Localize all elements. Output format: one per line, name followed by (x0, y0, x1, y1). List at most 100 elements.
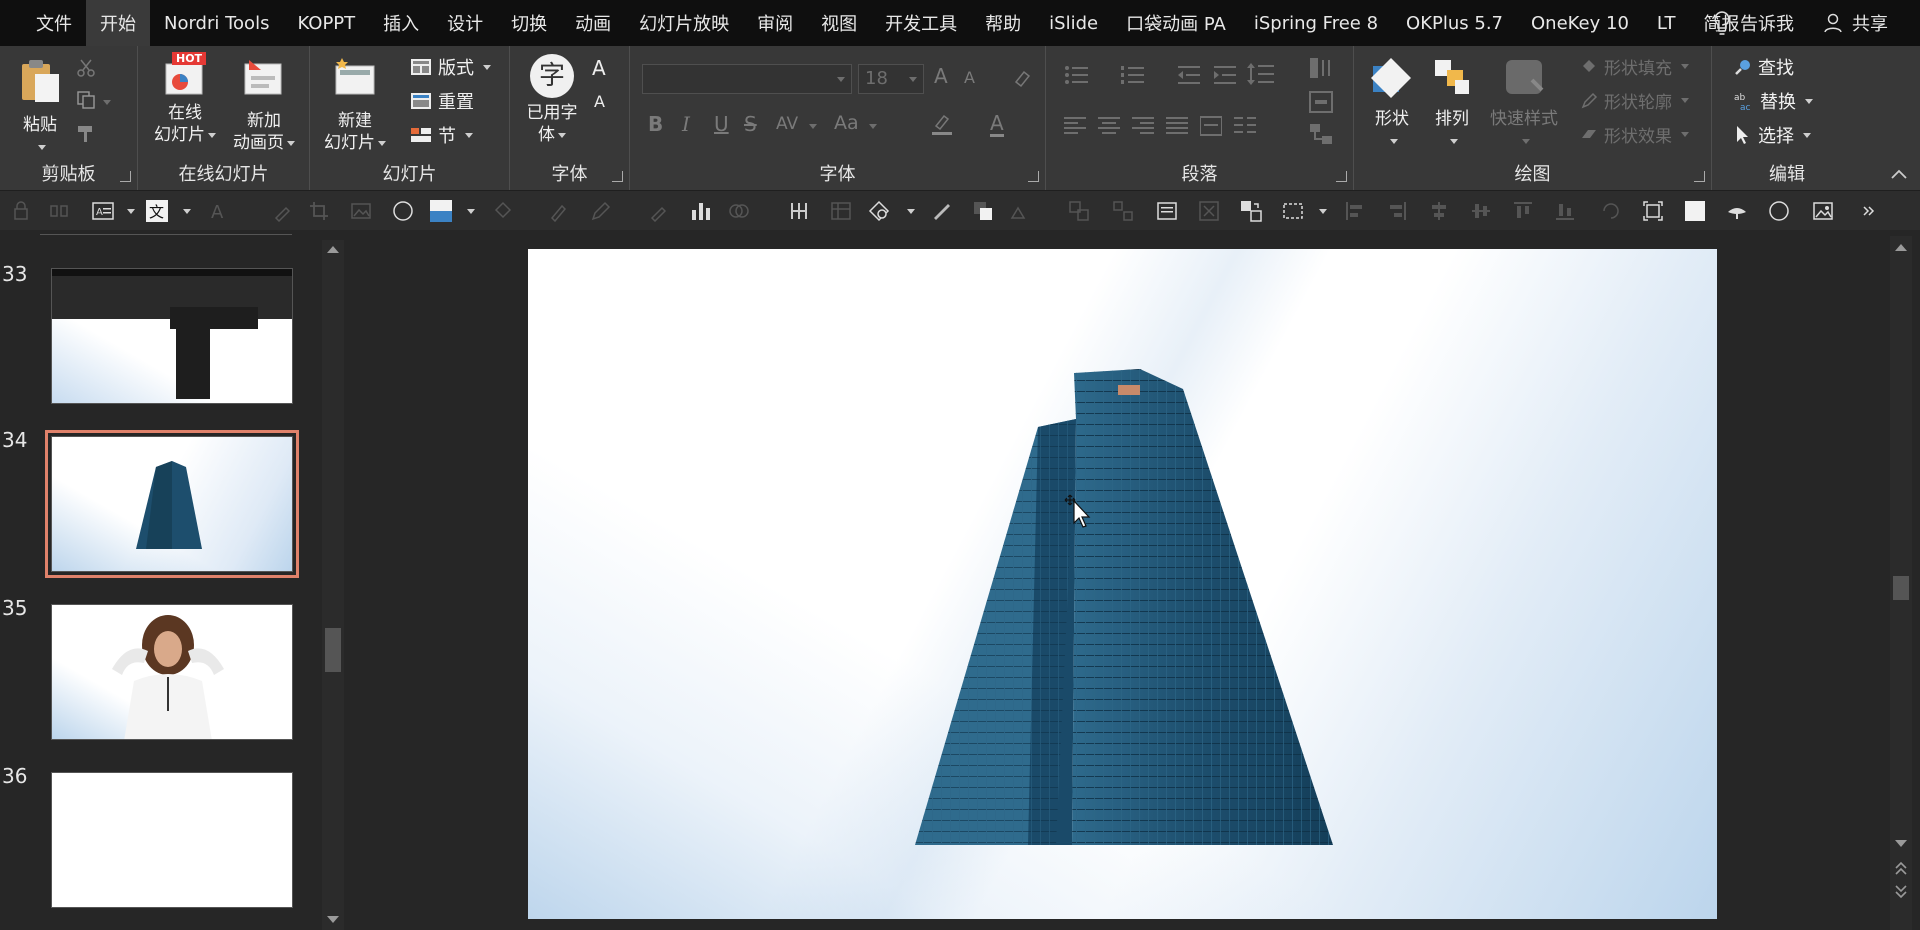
paste-button[interactable]: 粘贴 (14, 58, 66, 158)
shape-effects-button[interactable]: 形状效果 (1580, 122, 1689, 147)
line-color-icon[interactable] (548, 200, 570, 222)
slide-scroll-up-icon[interactable] (1895, 244, 1907, 251)
tab-help[interactable]: 帮助 (971, 0, 1035, 46)
rotate-icon[interactable] (1600, 200, 1622, 222)
align-bottom-toolbar-icon[interactable] (1554, 200, 1576, 222)
text-glyph-icon[interactable]: 文 (146, 200, 168, 222)
font-size-dropdown-icon[interactable] (909, 77, 917, 82)
collapse-ribbon-icon[interactable] (1890, 168, 1908, 180)
distributed-icon[interactable] (1200, 116, 1222, 136)
bar-chart-icon[interactable] (690, 200, 712, 222)
tab-lt[interactable]: LT (1643, 0, 1690, 46)
copy-icon[interactable] (76, 90, 96, 110)
align-center-icon[interactable] (1098, 116, 1120, 136)
shape-fill-button[interactable]: 形状填充 (1580, 54, 1689, 79)
new-animation-page-button[interactable]: 新加 动画页 (226, 54, 302, 154)
numbering-icon[interactable] (1120, 64, 1146, 86)
white-rect-icon[interactable] (1684, 200, 1706, 222)
align-middle-toolbar-icon[interactable] (1470, 200, 1492, 222)
ungroup-icon[interactable] (1112, 200, 1134, 222)
cut-icon[interactable] (76, 58, 96, 78)
columns-icon[interactable] (1234, 116, 1256, 136)
slide-thumbnail-34[interactable] (45, 430, 299, 578)
replace-button[interactable]: ab ac 替换 (1734, 88, 1813, 114)
increase-indent-icon[interactable] (1212, 64, 1238, 86)
font-size-input[interactable]: 18 (858, 64, 924, 94)
slide-scroll-thumb[interactable] (1893, 576, 1909, 600)
drawing-launcher-icon[interactable] (1694, 171, 1705, 182)
shrink-font-button[interactable]: A (594, 92, 605, 111)
decrease-indent-icon[interactable] (1176, 64, 1202, 86)
clipboard-launcher-icon[interactable] (120, 171, 131, 182)
align-text-icon[interactable] (1308, 90, 1334, 114)
slide-thumbnail-36[interactable] (51, 772, 293, 908)
justify-icon[interactable] (1166, 116, 1188, 136)
quick-styles-button[interactable]: 快速样式 (1484, 56, 1564, 152)
tab-file[interactable]: 文件 (22, 0, 86, 46)
eyedropper-icon[interactable] (272, 200, 294, 222)
shapes-button[interactable]: 形状 (1364, 56, 1420, 152)
tab-okplus[interactable]: OKPlus 5.7 (1392, 0, 1517, 46)
delete-box-icon[interactable] (1198, 200, 1220, 222)
selection-frame-dropdown-icon[interactable] (1319, 209, 1327, 214)
smartart-icon[interactable] (1308, 122, 1334, 146)
tab-slideshow[interactable]: 幻灯片放映 (625, 0, 743, 46)
tab-koppt[interactable]: KOPPT (283, 0, 369, 46)
circle-icon[interactable] (392, 200, 414, 222)
arrange-button[interactable]: 排列 (1424, 56, 1480, 152)
shape-select-dropdown-icon[interactable] (907, 209, 915, 214)
brush-icon[interactable] (930, 200, 952, 222)
tab-review[interactable]: 审阅 (743, 0, 807, 46)
new-slide-button[interactable]: 新建 幻灯片 (324, 54, 386, 154)
tab-ispring[interactable]: iSpring Free 8 (1240, 0, 1392, 46)
online-slides-button[interactable]: HOT 在线 幻灯片 (150, 52, 220, 146)
tab-design[interactable]: 设计 (433, 0, 497, 46)
bullets-icon[interactable] (1064, 64, 1090, 86)
find-button[interactable]: 查找 (1734, 54, 1794, 80)
highlight-icon[interactable] (930, 112, 954, 136)
text-direction-icon[interactable] (1308, 56, 1334, 80)
line-spacing-icon[interactable] (1246, 62, 1276, 86)
align-top-toolbar-icon[interactable] (1512, 200, 1534, 222)
dropper-icon[interactable] (648, 200, 670, 222)
align-right-icon[interactable] (1132, 116, 1154, 136)
tab-insert[interactable]: 插入 (369, 0, 433, 46)
lock-icon[interactable] (10, 200, 32, 222)
slide-scroll-down-icon[interactable] (1895, 840, 1907, 847)
font-used-launcher-icon[interactable] (612, 171, 623, 182)
select-button[interactable]: 选择 (1734, 122, 1811, 148)
reset-button[interactable]: 重置 (410, 88, 474, 114)
more-icon[interactable] (1858, 200, 1880, 222)
paint-bucket-toolbar-icon[interactable] (492, 200, 514, 222)
swap-icon[interactable] (1240, 200, 1262, 222)
picture-icon[interactable] (350, 200, 372, 222)
align-center-toolbar-icon[interactable] (1428, 200, 1450, 222)
previous-slide-icon[interactable] (1894, 860, 1908, 876)
used-fonts-button[interactable]: 字 已用字 体 (518, 54, 586, 146)
font-name-dropdown-icon[interactable] (837, 77, 845, 82)
slide-thumbnail-35[interactable] (51, 604, 293, 740)
next-slide-icon[interactable] (1894, 884, 1908, 900)
text-box-dropdown-icon[interactable] (127, 209, 135, 214)
spacing-icon[interactable] (788, 200, 810, 222)
table-edit-icon[interactable] (830, 200, 852, 222)
textbox-toolbar-icon[interactable] (1156, 200, 1178, 222)
paragraph-launcher-icon[interactable] (1336, 171, 1347, 182)
increase-font-size-button[interactable]: A (934, 64, 948, 88)
grow-font-button[interactable]: A (592, 56, 606, 80)
tab-nordri-tools[interactable]: Nordri Tools (150, 0, 283, 46)
align-left-toolbar-icon[interactable] (1344, 200, 1366, 222)
tab-animations[interactable]: 动画 (561, 0, 625, 46)
italic-button[interactable]: I (682, 112, 690, 136)
wordart-icon[interactable]: A (208, 200, 230, 222)
fill-color-icon[interactable] (430, 200, 452, 222)
clear-format-icon[interactable] (1012, 68, 1032, 88)
slide-thumbnail-33[interactable] (51, 268, 293, 404)
pen-toolbar-icon[interactable] (590, 200, 612, 222)
bold-button[interactable]: B (648, 112, 663, 136)
ellipse-icon[interactable] (1768, 200, 1790, 222)
slide-canvas[interactable] (528, 249, 1717, 919)
font-launcher-icon[interactable] (1028, 171, 1039, 182)
align-right-toolbar-icon[interactable] (1386, 200, 1408, 222)
send-backward-icon[interactable] (1010, 200, 1032, 222)
